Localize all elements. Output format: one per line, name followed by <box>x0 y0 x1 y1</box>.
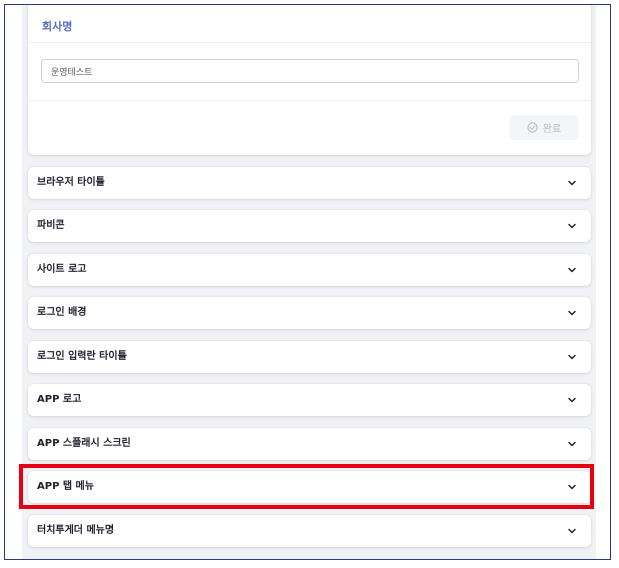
chevron-down-icon <box>567 526 577 536</box>
accordion-label: APP 스플래시 스크린 <box>37 438 131 449</box>
accordion-login-background[interactable]: 로그인 배경 <box>28 297 591 329</box>
accordion-header[interactable]: 브라우저 타이틀 <box>28 167 591 199</box>
company-name-header: 회사명 <box>28 5 591 43</box>
chevron-down-icon <box>567 265 577 275</box>
accordion-header[interactable]: 로그인 배경 <box>28 297 591 329</box>
accordion-site-logo[interactable]: 사이트 로고 <box>28 254 591 286</box>
accordion-app-splash-screen[interactable]: APP 스플래시 스크린 <box>28 428 591 460</box>
accordion-label: 파비콘 <box>37 220 65 231</box>
company-name-footer: 완료 <box>28 101 591 154</box>
chevron-down-icon <box>567 395 577 405</box>
accordion-label: 로그인 배경 <box>37 307 87 318</box>
accordion-browser-title[interactable]: 브라우저 타이틀 <box>28 167 591 199</box>
accordion-header[interactable]: 터치투게더 메뉴명 <box>28 515 591 547</box>
check-circle-icon <box>527 122 538 133</box>
accordion-app-logo[interactable]: APP 로고 <box>28 384 591 416</box>
accordion-header[interactable]: 로그인 입력란 타이틀 <box>28 341 591 373</box>
accordion-label: APP 탭 메뉴 <box>37 481 94 492</box>
accordion-label: 로그인 입력란 타이틀 <box>37 351 127 362</box>
company-name-body <box>28 43 591 101</box>
accordion-header[interactable]: APP 탭 메뉴 <box>28 471 591 503</box>
chevron-down-icon <box>567 482 577 492</box>
accordion-header[interactable]: APP 로고 <box>28 384 591 416</box>
chevron-down-icon <box>567 439 577 449</box>
accordion-label: 사이트 로고 <box>37 264 87 275</box>
accordion-header[interactable]: 사이트 로고 <box>28 254 591 286</box>
done-button-label: 완료 <box>542 124 562 135</box>
accordion-favicon[interactable]: 파비콘 <box>28 210 591 242</box>
accordion-header[interactable]: APP 스플래시 스크린 <box>28 428 591 460</box>
accordion-label: 터치투게더 메뉴명 <box>37 525 115 536</box>
accordion-app-tab-menu[interactable]: APP 탭 메뉴 <box>28 471 591 503</box>
chevron-down-icon <box>567 308 577 318</box>
company-name-title: 회사명 <box>42 20 73 33</box>
screenshot-frame: 회사명 완료 브라우저 타이틀 <box>4 4 611 560</box>
chevron-down-icon <box>567 178 577 188</box>
company-name-card: 회사명 완료 <box>28 5 591 155</box>
accordion-label: 브라우저 타이틀 <box>37 177 105 188</box>
chevron-down-icon <box>567 352 577 362</box>
accordion-header[interactable]: 파비콘 <box>28 210 591 242</box>
chevron-down-icon <box>567 221 577 231</box>
done-button[interactable]: 완료 <box>510 115 578 140</box>
accordion-touchtogether-menu-name[interactable]: 터치투게더 메뉴명 <box>28 515 591 547</box>
settings-panel: 회사명 완료 브라우저 타이틀 <box>22 5 596 559</box>
company-name-input[interactable] <box>41 59 579 83</box>
accordion-label: APP 로고 <box>37 394 82 405</box>
accordion-login-input-title[interactable]: 로그인 입력란 타이틀 <box>28 341 591 373</box>
